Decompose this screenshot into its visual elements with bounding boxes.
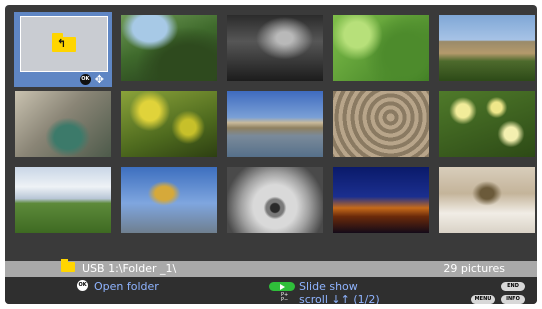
menu-button[interactable]: MENU: [471, 295, 495, 304]
slide-show-hint[interactable]: Slide show: [299, 280, 358, 293]
selection-hints: OK ✥: [79, 73, 104, 86]
status-bar: USB 1:\Folder _1\ 29 pictures: [5, 259, 537, 277]
folder-up-icon: ↰: [52, 32, 76, 52]
thumb-hilltop-town[interactable]: [439, 15, 535, 81]
thumb-dark-water[interactable]: [227, 15, 323, 81]
thumbnail-image: [121, 15, 217, 81]
thumb-daffodils[interactable]: [439, 91, 535, 157]
thumbnail-image: [439, 15, 535, 81]
folder-up-tile[interactable]: ↰ OK ✥: [14, 12, 112, 87]
thumbnail-image: [121, 91, 217, 157]
thumb-green-leaves[interactable]: [333, 15, 429, 81]
thumbnail-image: [15, 91, 111, 157]
thumbnail-image: [439, 167, 535, 233]
thumb-riverside-chateau[interactable]: [227, 91, 323, 157]
navigate-arrows-icon: ✥: [94, 73, 104, 86]
thumbnail-image: [227, 167, 323, 233]
thumbnail-image: [227, 15, 323, 81]
page-up-down-icon: P+ P−: [281, 292, 289, 303]
play-button-icon: [269, 282, 295, 291]
thumb-stone-carving[interactable]: [333, 91, 429, 157]
thumb-field-clouds[interactable]: [15, 167, 111, 233]
thumb-forest[interactable]: [121, 15, 217, 81]
thumbnail-image: [333, 15, 429, 81]
folder-icon: [61, 259, 75, 272]
folder-up-preview: ↰: [20, 16, 108, 72]
thumbnail-image: [121, 167, 217, 233]
current-path: USB 1:\Folder _1\: [82, 262, 177, 275]
help-bar: OK Open folder Slide show P+ P− scroll ↓…: [5, 277, 537, 304]
info-button[interactable]: INFO: [501, 295, 525, 304]
thumb-golden-statue[interactable]: [121, 167, 217, 233]
thumb-fountain[interactable]: [439, 167, 535, 233]
media-browser-screen: ↰ OK ✥ USB 1:\Folder _1\ 29 pictures OK …: [5, 5, 537, 304]
ok-button-icon: OK: [77, 280, 88, 291]
thumbnail-image: [15, 167, 111, 233]
scroll-hint[interactable]: scroll ↓↑ (1/2): [299, 293, 380, 304]
thumbnail-image: [439, 91, 535, 157]
thumbnail-image: [333, 167, 429, 233]
ok-button-icon: OK: [79, 74, 91, 85]
thumbnail-image: [333, 91, 429, 157]
thumbnail-grid: ↰ OK ✥: [14, 12, 535, 233]
open-folder-hint[interactable]: Open folder: [94, 280, 159, 293]
thumb-yellow-flowers-bush[interactable]: [121, 91, 217, 157]
thumb-street-sign[interactable]: [15, 91, 111, 157]
picture-count: 29 pictures: [443, 262, 505, 275]
thumb-night-castle[interactable]: [333, 167, 429, 233]
end-button[interactable]: END: [501, 282, 525, 291]
thumb-dandelion[interactable]: [227, 167, 323, 233]
thumbnail-image: [227, 91, 323, 157]
